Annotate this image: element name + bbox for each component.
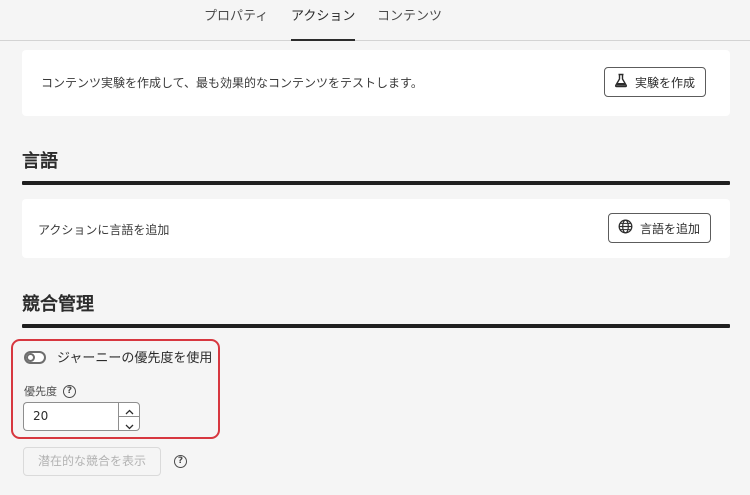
priority-input[interactable]: 20 [23, 402, 118, 431]
tab-properties[interactable]: プロパティ [204, 0, 268, 41]
create-experiment-label: 実験を作成 [635, 75, 696, 90]
language-divider [22, 181, 730, 185]
conflicts-help-icon[interactable]: ? [174, 455, 187, 468]
language-description: アクションに言語を追加 [38, 223, 170, 237]
priority-stepper [118, 402, 140, 431]
flask-icon [614, 73, 628, 91]
globe-icon [618, 219, 633, 237]
stepper-decrement[interactable] [119, 417, 139, 431]
add-language-button[interactable]: 言語を追加 [608, 213, 712, 243]
create-experiment-button[interactable]: 実験を作成 [604, 67, 707, 97]
arbitration-section-title: 競合管理 [22, 294, 94, 315]
experiment-description: コンテンツ実験を作成して、最も効果的なコンテンツをテストします。 [41, 76, 423, 90]
tab-content[interactable]: コンテンツ [377, 0, 442, 41]
arbitration-divider [22, 324, 730, 328]
priority-label: 優先度 [24, 385, 57, 398]
toggle-knob [26, 353, 35, 362]
chevron-down-icon [125, 415, 134, 434]
language-card: アクションに言語を追加 言語を追加 [22, 199, 730, 258]
tab-actions[interactable]: アクション [291, 0, 356, 41]
journey-priority-label: ジャーニーの優先度を使用 [57, 351, 213, 366]
priority-help-icon[interactable]: ? [63, 385, 76, 398]
show-conflicts-button[interactable]: 潜在的な競合を表示 [23, 447, 161, 476]
journey-priority-toggle[interactable] [24, 351, 46, 364]
add-language-label: 言語を追加 [640, 221, 701, 236]
tab-bar: プロパティ アクション コンテンツ [0, 0, 750, 41]
experiment-card: コンテンツ実験を作成して、最も効果的なコンテンツをテストします。 実験を作成 [22, 50, 730, 116]
language-section-title: 言語 [22, 151, 58, 172]
